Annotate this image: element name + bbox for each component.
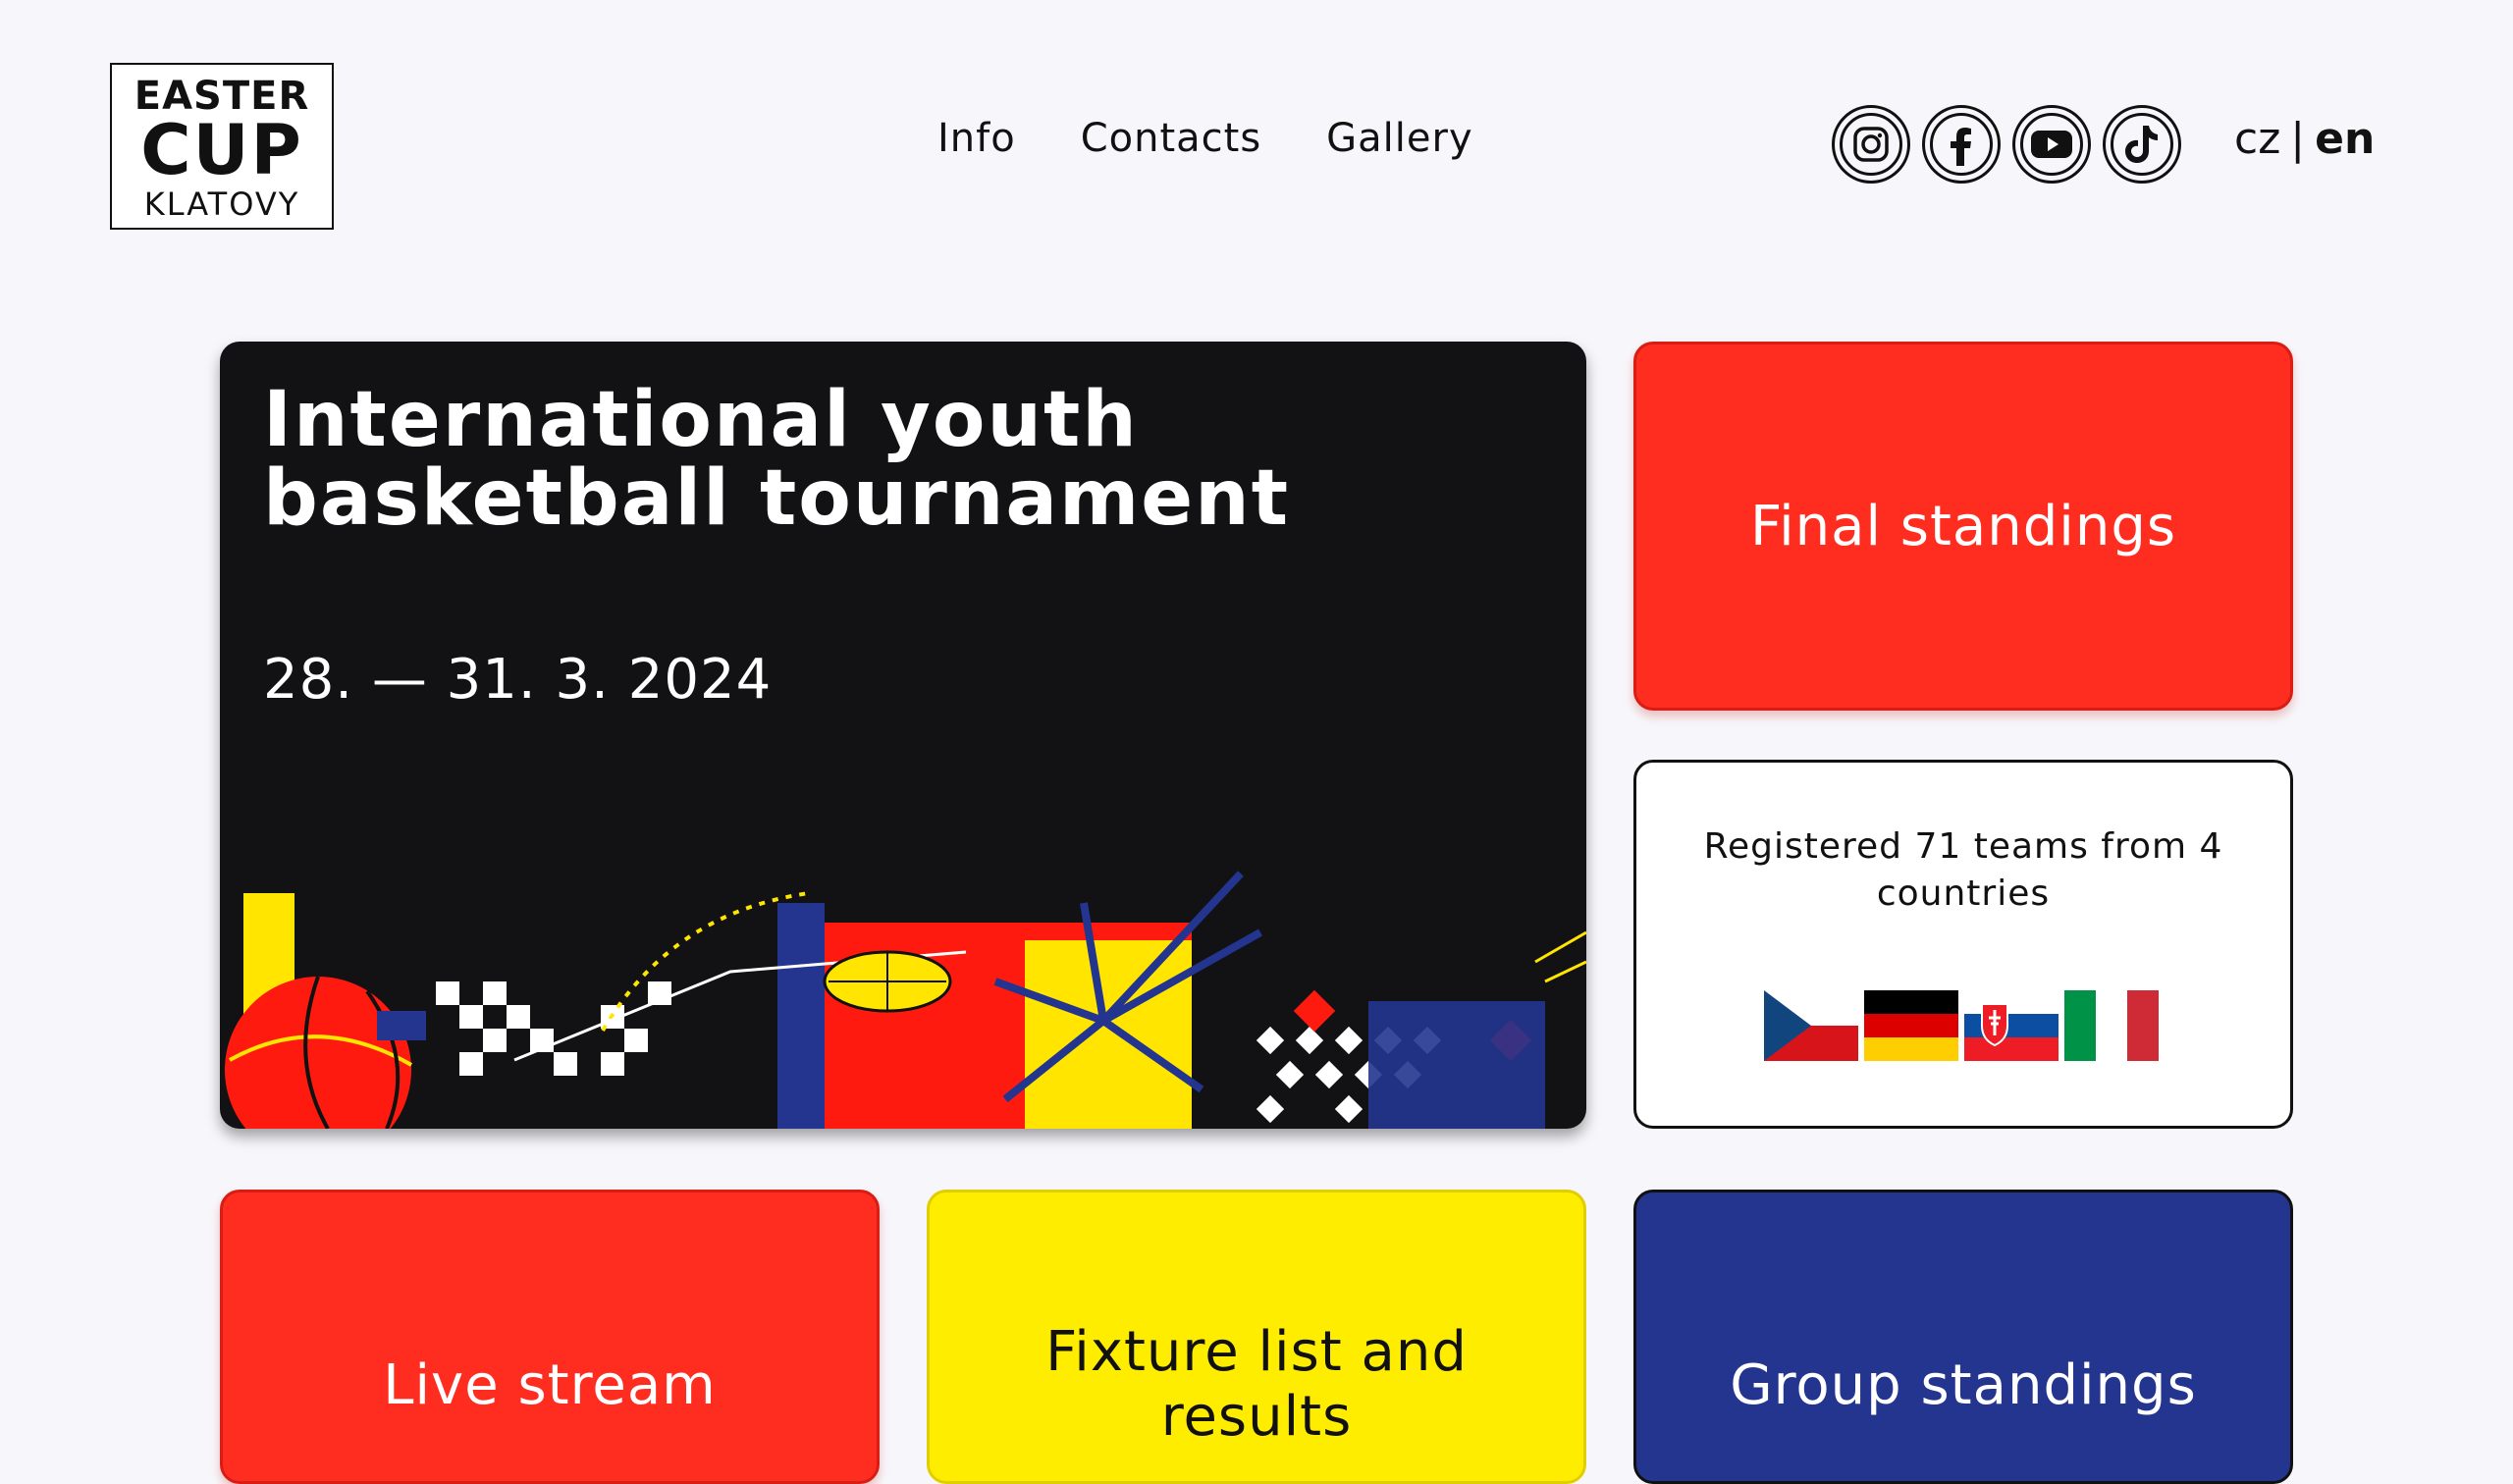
hero-date: 28. — 31. 3. 2024 bbox=[263, 648, 773, 712]
youtube-link[interactable] bbox=[2012, 105, 2091, 184]
instagram-icon bbox=[1840, 113, 1902, 176]
logo-line-cup: CUP bbox=[140, 110, 303, 190]
live-stream-card[interactable]: Live stream bbox=[220, 1190, 880, 1484]
facebook-link[interactable] bbox=[1922, 105, 2001, 184]
nav-info[interactable]: Info bbox=[937, 116, 1016, 161]
final-standings-label: Final standings bbox=[1749, 494, 2177, 558]
instagram-link[interactable] bbox=[1832, 105, 1910, 184]
facebook-icon bbox=[1930, 113, 1993, 176]
final-standings-card[interactable]: Final standings bbox=[1633, 342, 2293, 711]
german-flag-icon bbox=[1864, 990, 1958, 1061]
fixture-list-label: Fixture list and results bbox=[1045, 1320, 1468, 1449]
live-stream-label: Live stream bbox=[383, 1353, 717, 1417]
tiktok-icon bbox=[2111, 113, 2173, 176]
hero-card: International youth basketball tournamen… bbox=[220, 342, 1586, 1129]
nav-contacts[interactable]: Contacts bbox=[1081, 116, 1261, 161]
lang-en[interactable]: en bbox=[2315, 114, 2375, 164]
hero-title: International youth basketball tournamen… bbox=[263, 376, 1290, 543]
group-standings-label: Group standings bbox=[1730, 1353, 2197, 1417]
fixture-list-card[interactable]: Fixture list and results bbox=[927, 1190, 1586, 1484]
logo[interactable]: EASTER CUP KLATOVY bbox=[110, 63, 334, 230]
logo-line-klatovy: KLATOVY bbox=[143, 186, 300, 223]
group-standings-card[interactable]: Group standings bbox=[1633, 1190, 2293, 1484]
language-switcher: cz | en bbox=[2234, 114, 2375, 164]
hero-illustration bbox=[225, 871, 1586, 1129]
italian-flag-icon bbox=[2064, 990, 2159, 1061]
youtube-icon bbox=[2020, 113, 2083, 176]
social-links bbox=[1832, 105, 2181, 184]
lang-cz[interactable]: cz bbox=[2234, 114, 2280, 164]
registered-teams-text: Registered 71 teams from 4 countries bbox=[1703, 826, 2223, 914]
main-nav: Info Contacts Gallery bbox=[937, 116, 1473, 161]
tiktok-link[interactable] bbox=[2103, 105, 2181, 184]
registered-teams-card: Registered 71 teams from 4 countries bbox=[1633, 760, 2293, 1129]
slovak-flag-icon bbox=[1964, 990, 2059, 1061]
czech-flag-icon bbox=[1764, 990, 1858, 1061]
lang-separator: | bbox=[2290, 114, 2306, 164]
country-flags bbox=[1764, 990, 2159, 1061]
nav-gallery[interactable]: Gallery bbox=[1326, 116, 1472, 161]
